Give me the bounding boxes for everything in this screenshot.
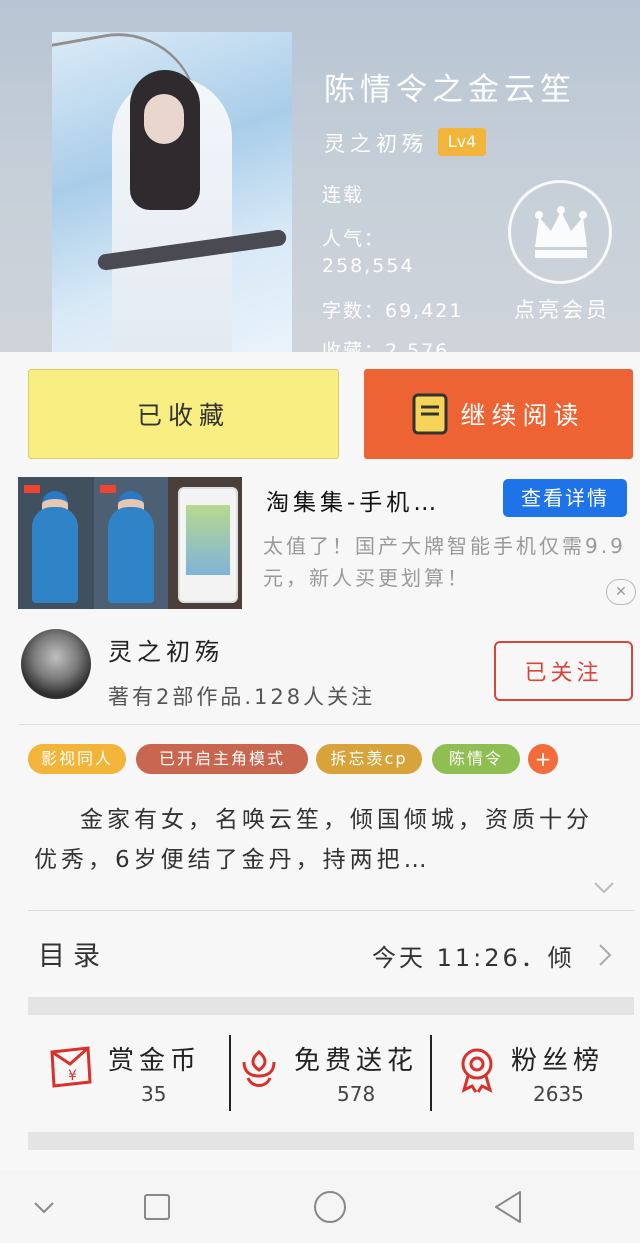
red-envelope-icon: ¥ — [46, 1042, 94, 1094]
close-icon[interactable]: ✕ — [606, 579, 636, 605]
medal-icon — [456, 1046, 498, 1098]
nav-recents-icon[interactable] — [143, 1193, 171, 1225]
add-tag-button[interactable]: + — [528, 744, 558, 774]
ad-image[interactable] — [18, 477, 242, 609]
author-stats: 著有2部作品.128人关注 — [108, 685, 376, 709]
divider — [229, 1035, 231, 1111]
chevron-down-icon[interactable] — [593, 880, 615, 899]
send-flowers-value: 578 — [337, 1082, 376, 1106]
favorites-count: 收藏：2,576 — [322, 340, 450, 352]
author-avatar[interactable] — [21, 629, 91, 699]
nav-back-icon[interactable] — [494, 1190, 522, 1228]
vip-crown-button[interactable] — [508, 180, 612, 284]
book-cover-image[interactable] — [52, 32, 292, 352]
tag-cp[interactable]: 拆忘羡cp — [316, 744, 422, 774]
reward-coins-value: 35 — [141, 1082, 167, 1106]
book-header: 陈情令之金云笙 灵之初殇 Lv4 连载 人气： 258,554 字数：69,42… — [0, 0, 640, 352]
nav-home-icon[interactable] — [313, 1190, 347, 1228]
reward-coins-label[interactable]: 赏金币 — [108, 1040, 201, 1077]
crown-icon — [535, 206, 587, 258]
chevron-right-icon[interactable] — [598, 943, 612, 971]
word-count: 字数：69,421 — [322, 300, 464, 322]
catalog-label[interactable]: 目录 — [38, 934, 108, 973]
book-title: 陈情令之金云笙 — [324, 72, 576, 108]
level-badge: Lv4 — [438, 128, 486, 156]
book-icon — [412, 393, 448, 435]
ad-detail-button[interactable]: 查看详情 — [503, 479, 627, 517]
divider — [430, 1035, 432, 1111]
section-band — [28, 997, 634, 1015]
ad-description[interactable]: 太值了！国产大牌智能手机仅需9.9元，新人买更划算！ — [263, 530, 640, 594]
book-author[interactable]: 灵之初殇 — [324, 128, 428, 158]
section-band — [28, 1132, 634, 1150]
continue-reading-button[interactable]: 继续阅读 — [364, 369, 633, 459]
fans-rank-value: 2635 — [533, 1082, 584, 1106]
svg-text:¥: ¥ — [68, 1068, 77, 1084]
nav-collapse-icon[interactable] — [33, 1200, 55, 1219]
ad-title[interactable]: 淘集集-手机… — [266, 483, 440, 517]
latest-update[interactable]: 今天 11:26．倾 — [372, 938, 575, 973]
tag-fanfic[interactable]: 影视同人 — [28, 744, 126, 774]
book-synopsis[interactable]: 金家有女，名唤云笙，倾国倾城，资质十分优秀，6岁便结了金丹，持两把… — [34, 800, 609, 880]
author-name[interactable]: 灵之初殇 — [108, 632, 224, 667]
fans-rank-label[interactable]: 粉丝榜 — [511, 1040, 604, 1077]
divider — [28, 910, 634, 911]
send-flowers-label[interactable]: 免费送花 — [294, 1040, 418, 1077]
book-status: 连载 — [322, 184, 365, 206]
divider — [18, 724, 640, 725]
popularity-label: 人气： — [322, 228, 386, 250]
collected-button[interactable]: 已收藏 — [28, 369, 339, 459]
flower-icon — [238, 1048, 280, 1096]
popularity-value: 258,554 — [322, 255, 415, 277]
system-nav-bar — [0, 1170, 640, 1243]
tag-chen-qing-ling[interactable]: 陈情令 — [432, 744, 520, 774]
vip-label[interactable]: 点亮会员 — [514, 294, 610, 324]
continue-reading-label: 继续阅读 — [460, 401, 585, 430]
followed-button[interactable]: 已关注 — [494, 641, 633, 701]
tag-protagonist-mode[interactable]: 已开启主角模式 — [136, 744, 308, 774]
